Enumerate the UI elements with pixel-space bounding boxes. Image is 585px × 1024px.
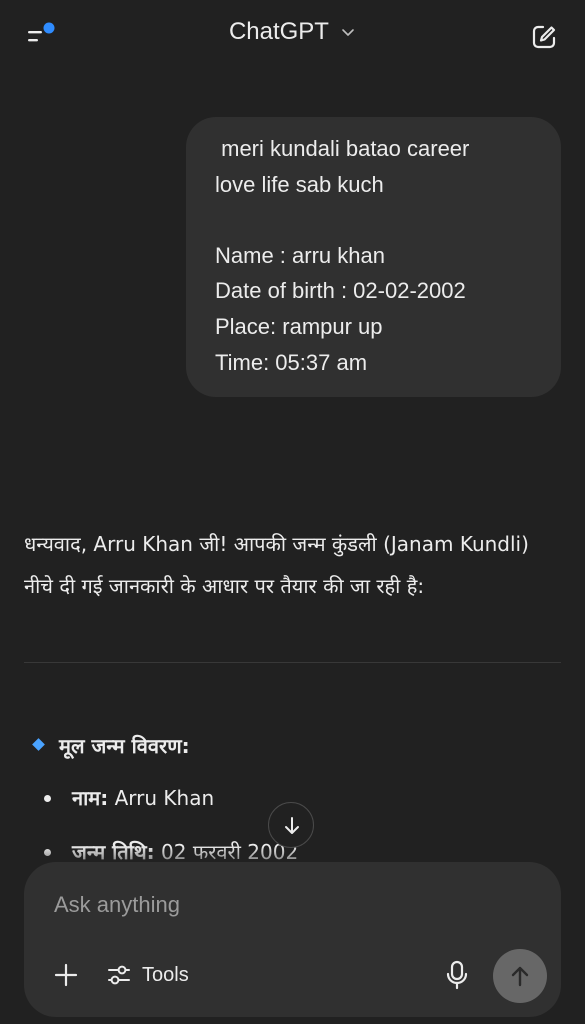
user-message-bubble: meri kundali batao career love life sab … xyxy=(186,117,561,397)
prompt-input[interactable] xyxy=(54,886,524,924)
assistant-intro-text: धन्यवाद, Arru Khan जी! आपकी जन्म कुंडली … xyxy=(24,532,529,598)
tools-label: Tools xyxy=(142,963,189,986)
model-selector[interactable]: ChatGPT xyxy=(0,18,585,54)
list-item: नाम: Arru Khan xyxy=(42,780,298,816)
microphone-icon xyxy=(446,960,468,990)
sliders-icon xyxy=(108,965,130,985)
send-button[interactable] xyxy=(493,949,547,1003)
add-attachment-button[interactable] xyxy=(51,960,81,990)
plus-icon xyxy=(54,963,78,987)
detail-value: Arru Khan xyxy=(108,786,215,810)
scroll-to-bottom-button[interactable] xyxy=(268,802,314,848)
arrow-down-icon xyxy=(285,817,299,834)
blue-diamond-icon xyxy=(32,738,45,751)
arrow-up-icon xyxy=(511,966,529,987)
chevron-down-icon xyxy=(342,29,354,36)
composer: Tools xyxy=(24,862,561,1017)
section-heading: मूल जन्म विवरण: xyxy=(30,728,190,764)
edit-icon xyxy=(532,25,556,49)
detail-label: नाम: xyxy=(72,786,109,810)
section-title: मूल जन्म विवरण: xyxy=(59,734,190,758)
divider xyxy=(24,662,561,663)
top-bar: ChatGPT xyxy=(0,0,585,72)
app-title: ChatGPT xyxy=(228,18,329,45)
tools-button[interactable]: Tools xyxy=(106,958,189,992)
new-chat-button[interactable] xyxy=(529,22,559,52)
voice-input-button[interactable] xyxy=(442,959,472,991)
